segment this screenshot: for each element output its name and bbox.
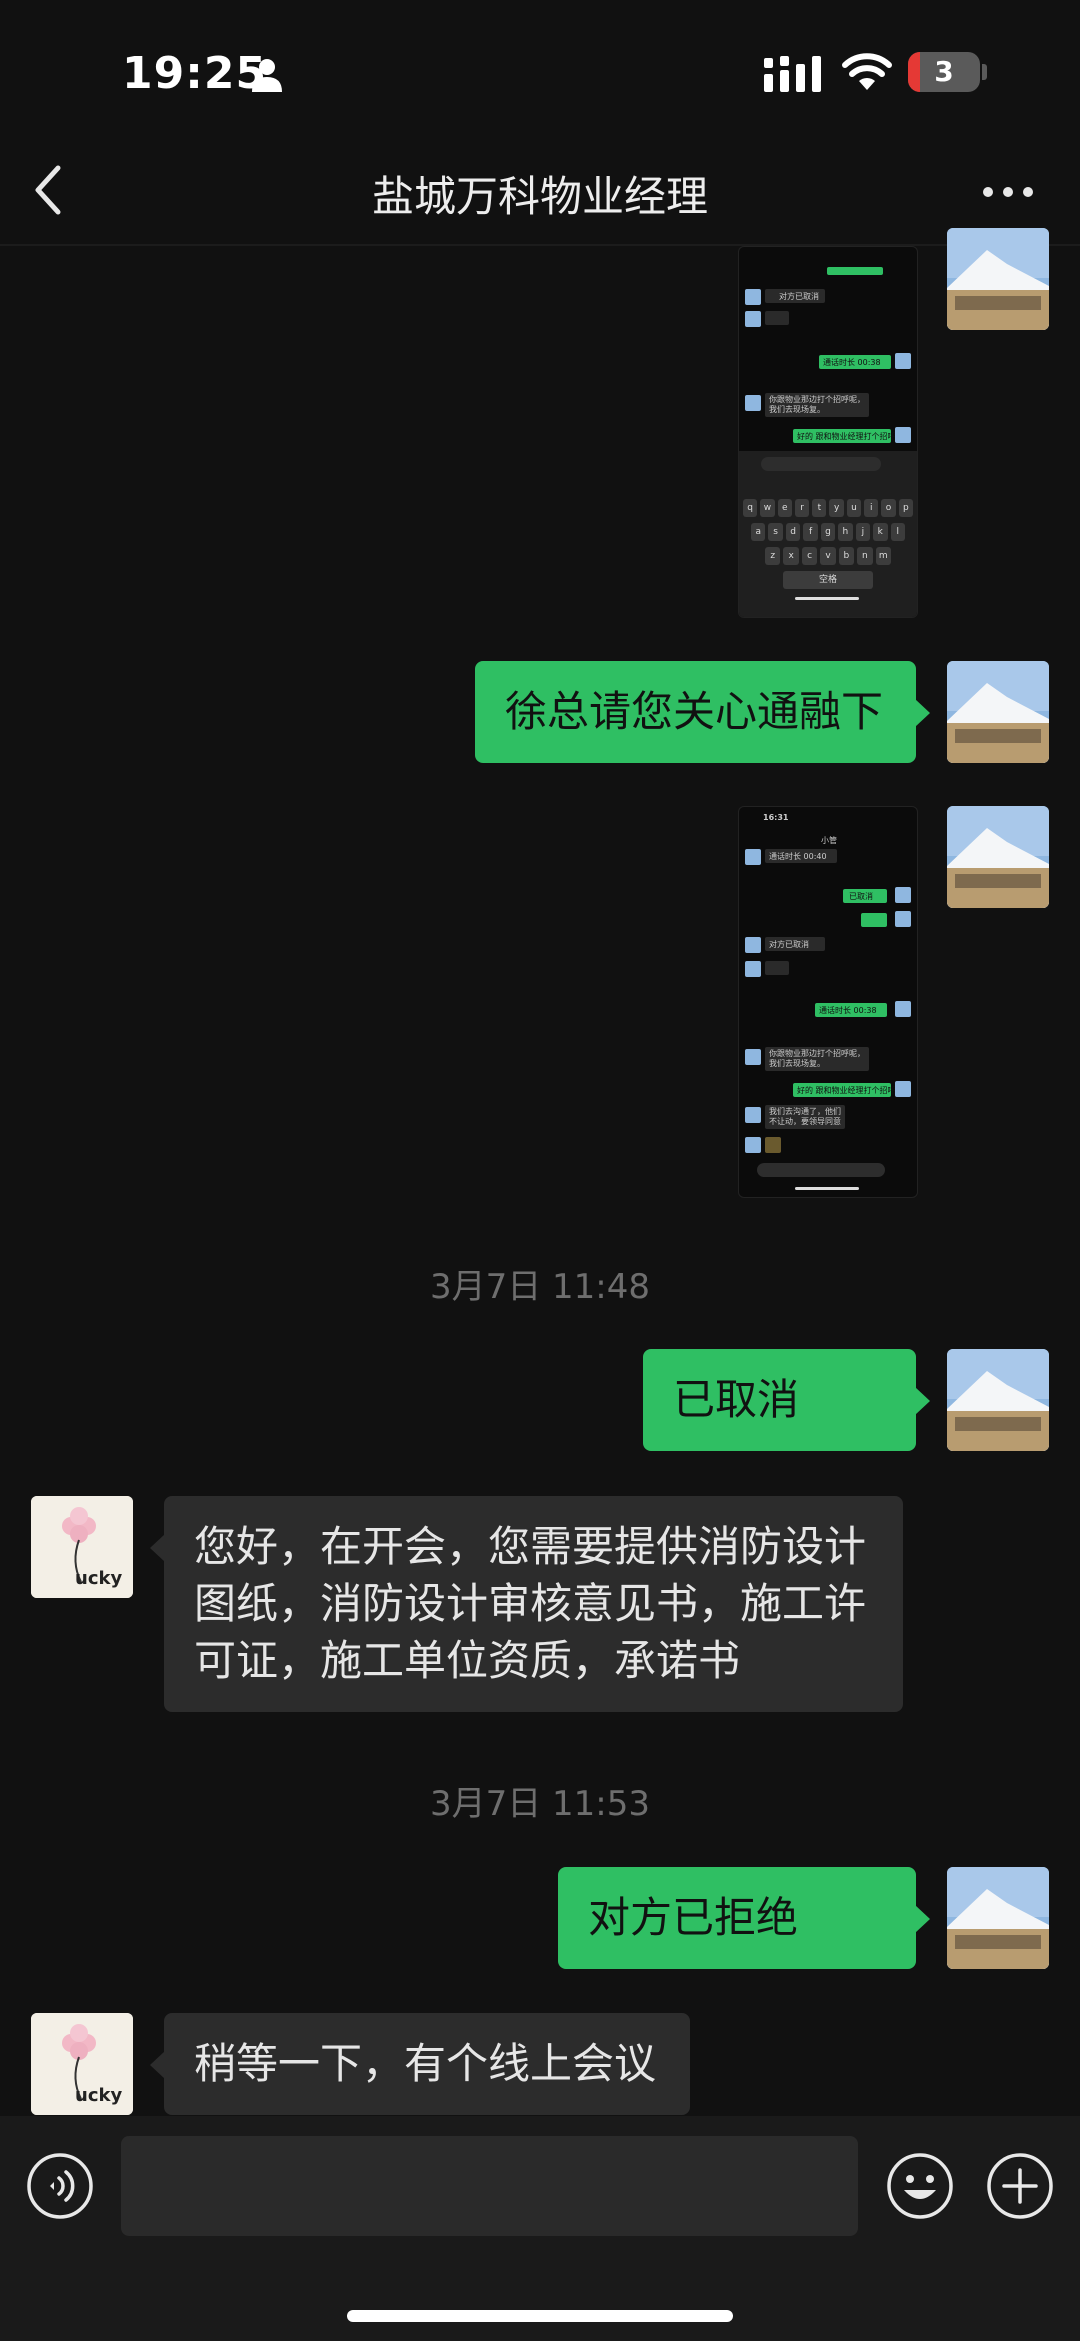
kb-key: k — [873, 523, 888, 541]
sent-call-bubble[interactable]: 已取消 — [643, 1349, 930, 1516]
my-avatar[interactable] — [947, 806, 1049, 908]
sent-text-bubble[interactable]: 徐总请您关心通融下 — [475, 661, 930, 763]
kb-key: f — [803, 523, 818, 541]
kb-key: n — [857, 547, 873, 565]
thumb-line: 你跟物业那边打个招呼呢，我们去现场复。 — [769, 1049, 865, 1068]
kb-key: y — [829, 499, 844, 517]
message-timestamp: 3月7日 11:48 — [429, 1267, 651, 1307]
more-options-icon[interactable] — [982, 186, 1034, 198]
header-divider — [0, 244, 1080, 246]
thumb-line: 好的 跟和物业经理打个招呼 — [797, 1086, 896, 1095]
kb-key: c — [801, 547, 818, 565]
message-text: 徐总请您关心通融下 — [505, 687, 884, 736]
thumb-time: 16:31 — [763, 813, 789, 822]
thumb-line: 已取消 — [849, 892, 873, 901]
kb-key: j — [855, 523, 871, 541]
thumb-line: 我们去沟通了，他们不让动，要领导同意 — [769, 1107, 841, 1126]
kb-key: z — [765, 547, 781, 565]
mountain-avatar-icon — [947, 806, 1049, 908]
thumb-line: 通话时长 00:38 — [823, 358, 881, 367]
my-avatar[interactable] — [947, 1867, 1049, 1969]
thumb-line: 通话时长 00:38 — [819, 1006, 877, 1015]
kb-key: u — [846, 499, 862, 517]
contact-avatar[interactable]: ucky — [31, 1496, 133, 1598]
signal-icon — [764, 56, 821, 92]
mountain-avatar-icon — [947, 228, 1049, 330]
my-avatar[interactable] — [947, 661, 1049, 763]
more-actions-plus-icon[interactable] — [986, 2152, 1054, 2220]
kb-key: s — [768, 523, 783, 541]
emoji-icon[interactable] — [886, 2152, 954, 2220]
my-avatar[interactable] — [947, 228, 1049, 330]
battery-level: 3 — [934, 55, 954, 88]
image-message-screenshot[interactable]: 16:31 小管 通话时长 00:40 已取消 对方已取消 通话时长 00:38… — [738, 806, 918, 1198]
status-time: 19:25 — [122, 48, 268, 99]
kb-key: l — [890, 523, 905, 541]
received-text-bubble[interactable]: 稍等一下，有个线上会议 — [150, 2013, 690, 2115]
kb-space-key: 空格 — [783, 571, 873, 589]
kb-key: b — [838, 547, 855, 565]
kb-key: v — [820, 547, 836, 565]
message-line: 您好，在开会，您需要提供消防设计 — [194, 1522, 867, 1571]
contact-avatar[interactable]: ucky — [31, 2013, 133, 2115]
kb-key: r — [794, 499, 810, 517]
battery-indicator: 3 — [908, 52, 980, 92]
mountain-avatar-icon — [947, 661, 1049, 763]
message-line: 图纸，消防设计审核意见书，施工许 — [194, 1579, 867, 1628]
battery-cap — [982, 64, 987, 80]
mountain-avatar-icon — [947, 1867, 1049, 1969]
kb-key: m — [875, 547, 891, 565]
kb-key: w — [760, 499, 775, 517]
kb-key: t — [812, 499, 827, 517]
kb-key: e — [777, 499, 792, 517]
wifi-icon — [842, 53, 892, 90]
message-line: 可证，施工单位资质，承诺书 — [194, 1636, 741, 1685]
kb-key: d — [785, 523, 801, 541]
avatar-caption: ucky — [75, 1568, 123, 1589]
call-status-text: 已取消 — [673, 1375, 800, 1424]
person-icon — [252, 59, 282, 92]
my-avatar[interactable] — [947, 1349, 1049, 1451]
received-text-bubble[interactable]: 您好，在开会，您需要提供消防设计 图纸，消防设计审核意见书，施工许 可证，施工单… — [150, 1496, 903, 1712]
kb-key: g — [820, 523, 836, 541]
kb-key: x — [783, 547, 799, 565]
thumb-title: 小管 — [821, 836, 837, 845]
kb-key: h — [838, 523, 853, 541]
avatar-caption: ucky — [75, 2085, 123, 2106]
kb-key: q — [743, 499, 758, 517]
kb-key: o — [881, 499, 896, 517]
chat-title: 盐城万科物业经理 — [371, 172, 708, 221]
thumb-line: 你跟物业那边打个招呼呢，我们去现场复。 — [769, 395, 865, 414]
sent-call-bubble[interactable]: 对方已拒绝 — [558, 1867, 930, 2034]
image-message-screenshot[interactable]: 对方已取消 通话时长 00:38 你跟物业那边打个招呼呢，我们去现场复。 好的 … — [738, 246, 918, 618]
voice-input-icon[interactable] — [26, 2152, 94, 2220]
kb-key: i — [864, 499, 879, 517]
home-indicator[interactable] — [347, 2310, 733, 2322]
thumb-line: 对方已取消 — [769, 940, 809, 949]
thumb-line: 通话时长 00:40 — [769, 852, 827, 861]
message-input[interactable] — [121, 2136, 858, 2236]
kb-key: a — [751, 523, 766, 541]
thumb-line: 好的 跟和物业经理打个招呼 — [797, 432, 896, 441]
message-text: 稍等一下，有个线上会议 — [194, 2039, 657, 2088]
kb-key: p — [898, 499, 913, 517]
call-status-text: 对方已拒绝 — [588, 1893, 799, 1942]
thumb-line: 对方已取消 — [779, 292, 819, 301]
mountain-avatar-icon — [947, 1349, 1049, 1451]
message-timestamp: 3月7日 11:53 — [429, 1784, 651, 1824]
